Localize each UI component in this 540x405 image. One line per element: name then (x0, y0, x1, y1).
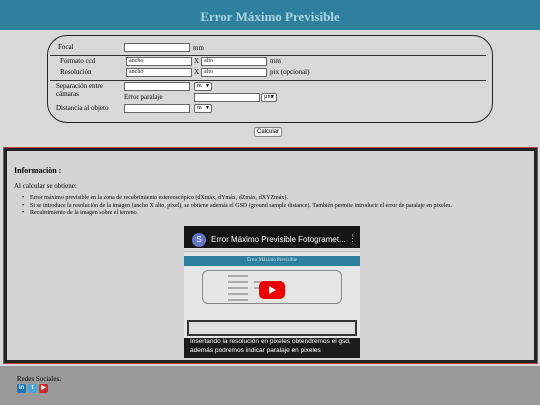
focal-input[interactable] (124, 43, 190, 52)
focal-unit: mm (193, 44, 204, 52)
chevron-down-icon: ▼ (205, 84, 210, 89)
formato-ancho-input[interactable]: ancho (126, 57, 192, 66)
page-header: Error Máximo Previsible (0, 0, 540, 30)
video-title[interactable]: Error Máximo Previsible Fotogramet... (211, 235, 346, 244)
resolucion-x-label: X (194, 68, 200, 76)
linkedin-icon[interactable]: in (17, 384, 26, 393)
focal-label: Focal (58, 43, 74, 51)
paralaje-input[interactable] (194, 93, 260, 102)
formato-x-label: X (194, 57, 200, 65)
info-intro: Al calcular se obtiene: (14, 182, 77, 190)
separacion-input[interactable] (124, 82, 190, 91)
info-panel: Informaciòn : Al calcular se obtiene: Er… (3, 147, 538, 364)
play-button[interactable] (259, 281, 285, 299)
video-caption: Insertando la resolución en pixeles obte… (184, 338, 360, 358)
paralaje-unit-select[interactable]: µm ▼ (261, 93, 277, 102)
social-label: Redes Sociales: (17, 375, 62, 383)
channel-avatar[interactable]: S (192, 233, 206, 247)
chevron-down-icon: ▼ (270, 95, 275, 100)
separacion-label: Separación entre cámaras (56, 82, 103, 98)
info-title: Informaciòn : (14, 166, 62, 175)
page-footer: Redes Sociales: in t ▶ (0, 366, 540, 405)
formato-unit: mm (270, 57, 281, 65)
resolucion-unit: pix (opcional) (270, 68, 310, 76)
distancia-label: Distancia al objeto (56, 104, 109, 112)
distancia-input[interactable] (124, 104, 190, 113)
chevron-down-icon: ▼ (205, 106, 210, 111)
separacion-unit-select[interactable]: m ▼ (194, 82, 212, 91)
calculator-form: Focal mm Formato ccd ancho X alto mm Res… (47, 35, 493, 123)
list-item: Error máximo previsible en la zona de re… (22, 195, 452, 203)
list-item: Recubrimiento de la imagen sobre el terr… (22, 210, 452, 218)
youtube-icon[interactable]: ▶ (39, 384, 48, 393)
formato-alto-input[interactable]: alto (201, 57, 267, 66)
distancia-unit-select[interactable]: m ▼ (194, 104, 212, 113)
resolucion-alto-input[interactable]: alto (201, 68, 267, 77)
twitter-icon[interactable]: t (28, 384, 37, 393)
info-list: Error máximo previsible en la zona de re… (22, 195, 452, 218)
calcular-button[interactable]: Calcular (254, 127, 282, 137)
thumbnail-title: Error Máximo Previsible (247, 258, 297, 263)
list-item: Si se introduce la resolución de la imag… (22, 203, 452, 211)
resolucion-ancho-input[interactable]: ancho (126, 68, 192, 77)
divider (50, 80, 486, 81)
formato-ccd-label: Formato ccd (60, 57, 96, 65)
more-options-icon[interactable]: ⋮ (348, 234, 357, 243)
divider (50, 55, 486, 56)
video-embed[interactable]: Error Máximo Previsible S Error Máximo P… (184, 226, 360, 358)
paralaje-label: Error paralaje (124, 93, 163, 101)
resolucion-label: Resolución (60, 68, 92, 76)
page-title: Error Máximo Previsible (200, 9, 340, 24)
